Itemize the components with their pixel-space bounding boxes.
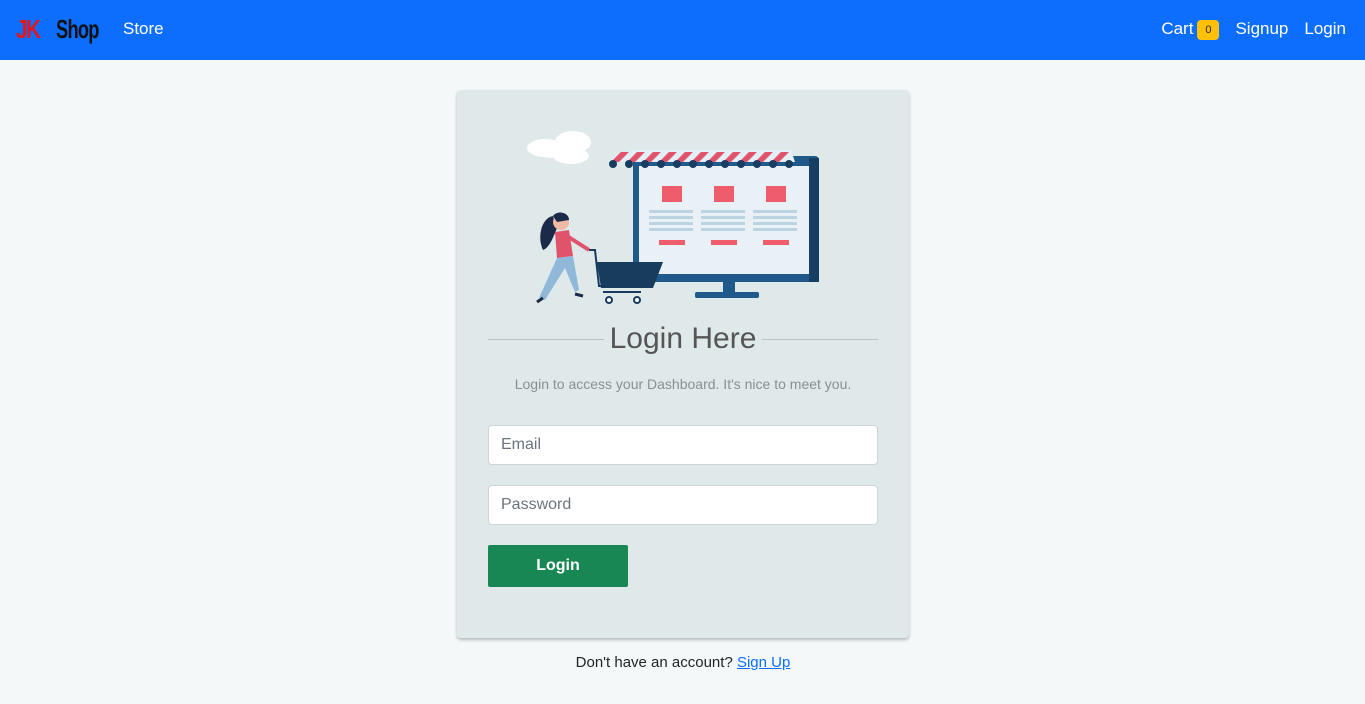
cart-label: Cart bbox=[1161, 19, 1194, 38]
nav-login-link[interactable]: Login bbox=[1304, 19, 1346, 39]
brand-logo-shop: Shop bbox=[56, 13, 99, 44]
email-input[interactable] bbox=[488, 425, 878, 465]
login-heading-row: Login Here bbox=[488, 320, 878, 360]
shopper-figure-icon bbox=[536, 212, 591, 304]
nav-cart-link[interactable]: Cart 0 bbox=[1161, 19, 1220, 40]
top-navbar: JK Shop Store Cart 0 Signup Login bbox=[0, 0, 1365, 60]
monitor-icon bbox=[633, 156, 819, 298]
signup-prompt-text: Don't have an account? bbox=[575, 654, 733, 671]
nav-store-link[interactable]: Store bbox=[123, 19, 164, 39]
brand-logo[interactable]: JK Shop bbox=[16, 12, 117, 46]
signup-prompt: Don't have an account? Sign Up bbox=[457, 654, 909, 671]
signup-link[interactable]: Sign Up bbox=[737, 654, 790, 671]
login-submit-button[interactable]: Login bbox=[488, 545, 628, 587]
cart-count-badge: 0 bbox=[1197, 20, 1220, 40]
cloud-icon bbox=[527, 131, 591, 164]
nav-signup-link[interactable]: Signup bbox=[1235, 19, 1288, 39]
login-subtitle: Login to access your Dashboard. It's nic… bbox=[514, 376, 852, 392]
nav-right-links: Cart 0 Signup Login bbox=[1161, 19, 1346, 40]
shopping-illustration bbox=[527, 131, 819, 304]
login-card: Login Here Login to access your Dashboar… bbox=[457, 90, 909, 638]
password-input[interactable] bbox=[488, 485, 878, 525]
login-title: Login Here bbox=[609, 322, 757, 355]
brand-logo-jk: JK bbox=[16, 13, 41, 44]
